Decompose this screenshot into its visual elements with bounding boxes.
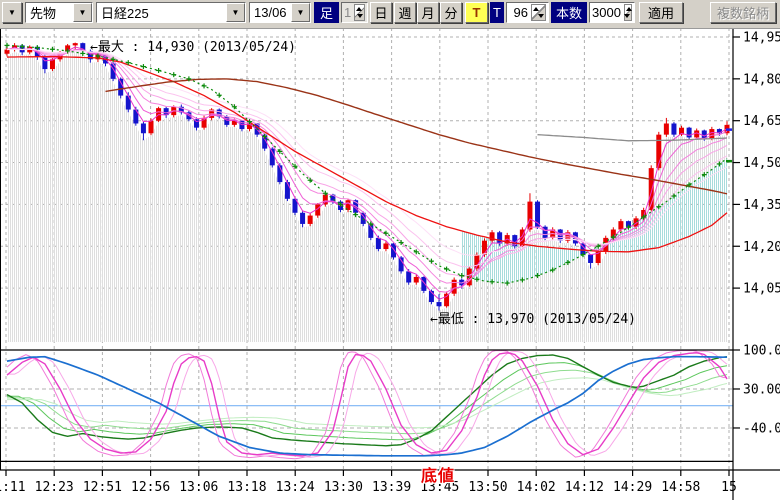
period-week-button[interactable]: 週 <box>394 2 416 23</box>
max-price-annotation: ←最大 : 14,930 (2013/05/24) <box>90 36 296 55</box>
svg-text:14,800: 14,800 <box>743 72 780 87</box>
svg-text:13:24: 13:24 <box>276 480 315 495</box>
svg-text:13:50: 13:50 <box>468 480 507 495</box>
multi-symbol-button[interactable]: 複数銘柄 <box>710 2 776 23</box>
svg-text:13:39: 13:39 <box>372 480 411 495</box>
svg-text:11:11: 11:11 <box>0 480 26 495</box>
bar-interval-stepper[interactable]: 1 <box>341 2 368 23</box>
svg-text:12:23: 12:23 <box>35 480 74 495</box>
spinner-icon[interactable] <box>624 4 632 21</box>
svg-text:14,950: 14,950 <box>743 31 780 46</box>
svg-text:14:12: 14:12 <box>565 480 604 495</box>
instrument-type-value: 先物 <box>30 3 56 22</box>
svg-text:14:02: 14:02 <box>517 480 556 495</box>
toolbar-collapse-dropdown[interactable]: ▼ <box>2 2 22 23</box>
period-month-button[interactable]: 月 <box>417 2 439 23</box>
bar-interval-value: 1 <box>344 5 351 20</box>
bar-count-value: 3000 <box>592 5 621 20</box>
svg-text:12:51: 12:51 <box>83 480 122 495</box>
oscillator-lines <box>7 351 727 459</box>
hatch-under-price <box>7 50 727 342</box>
chart-application: { "toolbar": { "dropdown_arrow": "▼", "i… <box>0 0 780 500</box>
bar-count-stepper[interactable]: 3000 <box>589 2 635 23</box>
svg-text:14,200: 14,200 <box>743 240 780 255</box>
chevron-down-icon[interactable]: ▼ <box>226 3 245 22</box>
period-day-button[interactable]: 日 <box>370 2 392 23</box>
apply-button[interactable]: 適用 <box>639 2 683 23</box>
contract-month-value: 13/06 <box>254 5 287 20</box>
chart-canvas[interactable]: 14,950 14,800 14,650 14,500 14,350 14,200 14,0… <box>0 0 780 500</box>
period-tick-button[interactable]: T <box>465 2 488 23</box>
toolbar: ▼ 先物 ▼ 日経225 ▼ 13/06 ▼ 足 1 日 週 月 分 T T 9… <box>0 0 780 29</box>
min-price-annotation: ←最低 : 13,970 (2013/05/24) <box>430 308 636 327</box>
bar-count-label: 本数 <box>551 2 587 23</box>
svg-text:14:29: 14:29 <box>613 480 652 495</box>
tick-count-value: 96 <box>514 5 528 20</box>
svg-text:13:18: 13:18 <box>227 480 266 495</box>
chevron-down-icon[interactable]: ▼ <box>73 3 92 22</box>
bottom-price-annotation: 底値 <box>421 462 455 486</box>
svg-text:100.00: 100.00 <box>743 344 780 359</box>
svg-text:14,350: 14,350 <box>743 198 780 213</box>
tick-count-stepper[interactable]: 96 <box>506 2 549 23</box>
chevron-down-icon: ▼ <box>8 8 16 17</box>
svg-text:14:58: 14:58 <box>661 480 700 495</box>
svg-text:15: 15 <box>721 480 737 495</box>
bar-type-label: 足 <box>314 2 339 23</box>
chevron-down-icon[interactable]: ▼ <box>291 3 310 22</box>
svg-text:14,050: 14,050 <box>743 282 780 297</box>
instrument-type-select[interactable]: 先物 ▼ <box>25 2 93 23</box>
svg-text:-40.00: -40.00 <box>743 421 780 436</box>
spinner-icon[interactable] <box>354 4 365 21</box>
symbol-select[interactable]: 日経225 ▼ <box>96 2 246 23</box>
spinner-icon[interactable] <box>531 4 546 21</box>
svg-text:13:06: 13:06 <box>179 480 218 495</box>
tick-count-label: T <box>490 2 504 23</box>
svg-text:14,650: 14,650 <box>743 114 780 129</box>
svg-text:12:56: 12:56 <box>131 480 170 495</box>
period-minute-button[interactable]: 分 <box>440 2 462 23</box>
contract-month-select[interactable]: 13/06 ▼ <box>249 2 311 23</box>
svg-text:14,500: 14,500 <box>743 156 780 171</box>
svg-text:13:30: 13:30 <box>324 480 363 495</box>
symbol-value: 日経225 <box>101 3 149 22</box>
svg-text:30.00: 30.00 <box>743 382 780 397</box>
